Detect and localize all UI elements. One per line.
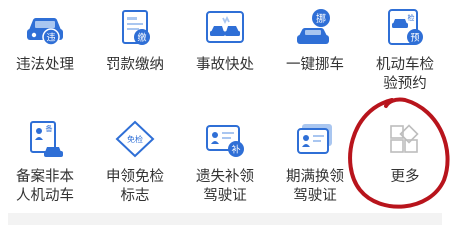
vehicle-inspection-button[interactable]: 检 预 机动车检 验预约	[360, 0, 450, 110]
vehicle-inspection-label-line1: 机动车检	[376, 57, 434, 73]
fine-payment-button[interactable]: 缴 罚款缴纳	[90, 0, 180, 110]
car-violation-icon: 违	[27, 18, 63, 46]
violation-handling-button[interactable]: 违 违法处理	[0, 0, 90, 110]
registration-document-icon: 备	[30, 121, 63, 157]
renew-license-button[interactable]: 期满换领 驾驶证	[270, 112, 360, 222]
inspection-top-badge: 检	[408, 13, 415, 22]
more-grid-icon	[390, 124, 419, 153]
accident-quick-button[interactable]: 事故快处	[180, 0, 270, 110]
exemption-label-line2: 标志	[120, 188, 150, 204]
register-vehicle-label-line1: 备案非本	[16, 169, 74, 185]
replace-license-label-line2: 驾驶证	[203, 188, 247, 204]
reserve-badge: 预	[410, 33, 419, 44]
more-button[interactable]: 更多	[360, 112, 450, 222]
exemption-sticker-button[interactable]: 免检 申领免检 标志	[90, 112, 180, 222]
accident-quick-label: 事故快处	[196, 57, 254, 73]
fine-badge: 缴	[137, 32, 146, 44]
move-car-button[interactable]: 挪 一键挪车	[270, 0, 360, 110]
inspection-card-icon: 检 预	[388, 9, 423, 45]
replace-badge: 补	[231, 144, 240, 156]
fine-payment-label: 罚款缴纳	[106, 57, 164, 73]
license-renew-icon	[297, 124, 332, 154]
violation-badge: 违	[46, 33, 55, 44]
fine-document-icon: 缴	[122, 10, 150, 45]
license-replace-icon: 补	[206, 125, 244, 157]
register-non-owner-vehicle-button[interactable]: 备 备案非本 人机动车	[0, 112, 90, 222]
move-badge: 挪	[316, 12, 326, 25]
replace-license-label-line1: 遗失补领	[196, 169, 254, 185]
exemption-badge: 免检	[127, 134, 143, 144]
accident-cars-icon	[206, 11, 244, 43]
renew-license-label-line2: 驾驶证	[293, 188, 337, 204]
exemption-label-line1: 申领免检	[106, 169, 164, 185]
move-car-icon: 挪	[297, 9, 330, 44]
violation-handling-label: 违法处理	[16, 57, 74, 73]
replace-lost-license-button[interactable]: 补 遗失补领 驾驶证	[180, 112, 270, 222]
service-grid: 违 违法处理 缴 罚款缴纳 事故快处 挪 一键挪车 检 预 机动车检 验预约 备…	[0, 0, 450, 240]
move-car-label: 一键挪车	[286, 57, 344, 73]
renew-license-label-line1: 期满换领	[286, 169, 344, 185]
more-label: 更多	[390, 169, 420, 185]
register-vehicle-label-line2: 人机动车	[16, 188, 74, 204]
register-badge: 备	[46, 124, 53, 133]
section-divider	[8, 213, 442, 225]
vehicle-inspection-label-line2: 验预约	[383, 76, 427, 92]
exemption-diamond-icon: 免检	[115, 120, 155, 158]
